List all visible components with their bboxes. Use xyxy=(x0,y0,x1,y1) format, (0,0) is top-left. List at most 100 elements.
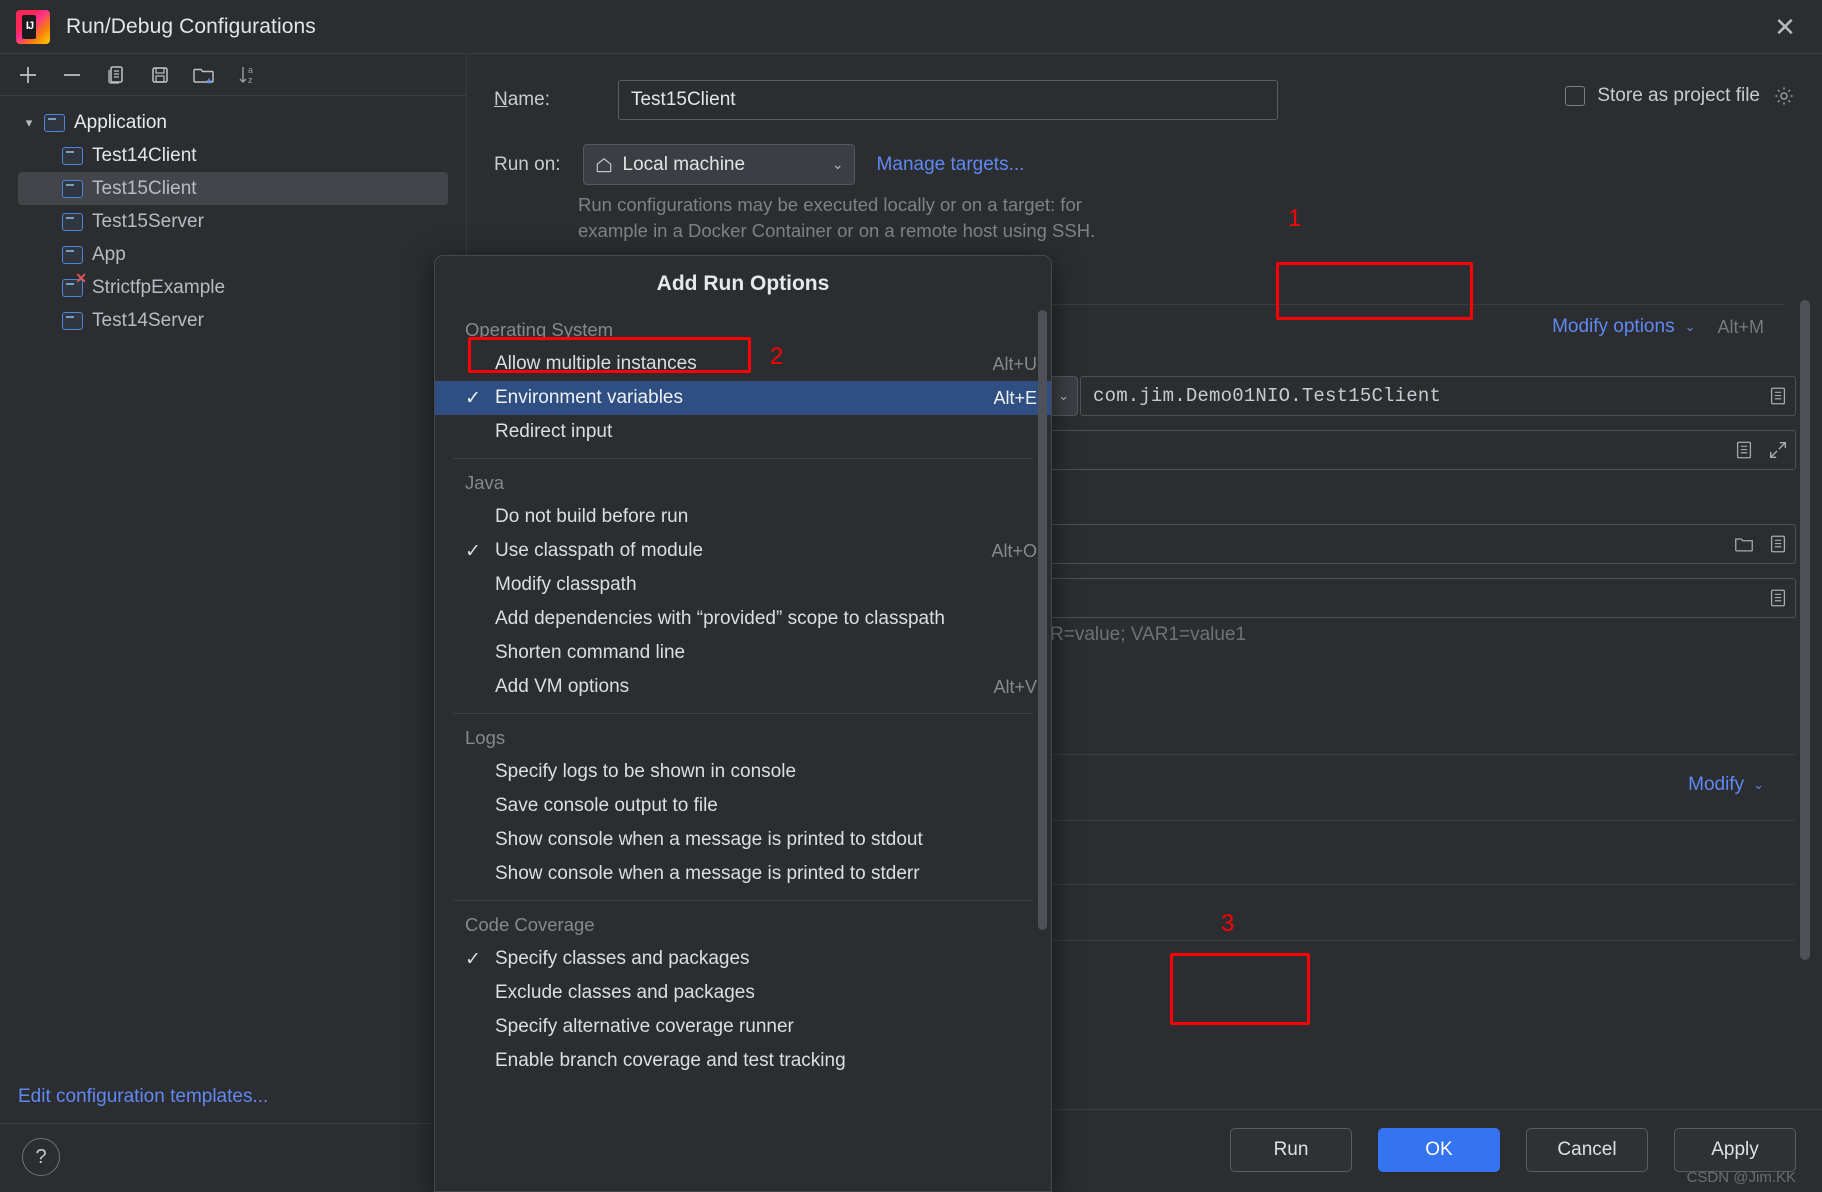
dialog-titlebar: IJ Run/Debug Configurations ✕ xyxy=(0,0,1822,54)
expand-editor-icon[interactable] xyxy=(1761,431,1795,469)
tree-item-label: StrictfpExample xyxy=(92,276,226,298)
chevron-down-icon[interactable]: ▾ xyxy=(18,112,40,134)
intellij-logo-icon: IJ xyxy=(16,9,50,44)
form-section-divider xyxy=(1008,940,1796,941)
popup-item-shortcut: Alt+O xyxy=(991,540,1037,561)
store-as-project-file-row[interactable]: Store as project file xyxy=(1565,84,1796,108)
popup-item-shorten-command-line[interactable]: Shorten command line xyxy=(435,636,1051,670)
run-on-label: Run on: xyxy=(494,153,561,175)
close-icon[interactable]: ✕ xyxy=(1768,10,1802,44)
popup-item-label: Save console output to file xyxy=(495,795,718,816)
modify-options-link[interactable]: Modify options xyxy=(1552,316,1675,338)
help-icon[interactable]: ? xyxy=(22,1138,60,1176)
popup-item-shortcut: Alt+U xyxy=(992,353,1037,374)
tree-item-application[interactable]: ▾ Application xyxy=(0,106,466,139)
run-on-select[interactable]: Local machine ⌄ xyxy=(582,144,855,185)
tree-item-strictfpexample[interactable]: StrictfpExample xyxy=(0,271,466,304)
tree-item-test15client[interactable]: Test15Client xyxy=(18,172,448,205)
configurations-toolbar: a z xyxy=(0,54,466,96)
popup-item-show-console-stderr[interactable]: Show console when a message is printed t… xyxy=(435,857,1051,891)
application-config-icon xyxy=(62,179,83,198)
chevron-down-icon: ⌄ xyxy=(1753,777,1764,792)
save-configuration-button[interactable] xyxy=(140,58,180,92)
popup-item-environment-variables[interactable]: ✓ Environment variables Alt+E xyxy=(435,381,1051,415)
main-class-field[interactable]: com.jim.Demo01NIO.Test15Client xyxy=(1080,376,1796,416)
edit-configuration-templates-link[interactable]: Edit configuration templates... xyxy=(18,1086,268,1108)
store-as-project-file-label: Store as project file xyxy=(1597,85,1760,106)
store-as-project-file-checkbox[interactable] xyxy=(1565,86,1586,106)
popup-item-specify-logs-shown-in-console[interactable]: Specify logs to be shown in console xyxy=(435,755,1051,789)
popup-item-enable-branch-coverage[interactable]: Enable branch coverage and test tracking xyxy=(435,1044,1051,1078)
application-config-icon xyxy=(62,311,83,330)
popup-item-label: Use classpath of module xyxy=(495,540,704,561)
module-select[interactable]: ⌄ xyxy=(1048,376,1078,416)
logo-text: IJ xyxy=(25,19,34,32)
macro-list-icon[interactable] xyxy=(1761,579,1795,617)
tree-item-app[interactable]: App xyxy=(0,238,466,271)
popup-item-label: Enable branch coverage and test tracking xyxy=(495,1050,846,1071)
sort-alpha-icon[interactable]: a z xyxy=(228,58,268,92)
popup-title: Add Run Options xyxy=(656,272,830,295)
form-section-divider xyxy=(1008,754,1796,755)
run-on-value: Local machine xyxy=(622,153,746,175)
working-directory-field[interactable] xyxy=(1008,524,1796,564)
application-config-icon xyxy=(62,245,83,264)
name-input[interactable] xyxy=(617,80,1278,120)
annotation-number-1: 1 xyxy=(1288,205,1302,232)
popup-item-redirect-input[interactable]: Redirect input xyxy=(435,415,1051,449)
manage-targets-link[interactable]: Manage targets... xyxy=(877,154,1025,176)
gear-icon[interactable] xyxy=(1772,84,1796,108)
popup-item-specify-classes-and-packages[interactable]: ✓ Specify classes and packages xyxy=(435,942,1051,976)
check-icon: ✓ xyxy=(465,540,481,562)
configurations-sidebar: a z ▾ Application Test14Client Test15Cli… xyxy=(0,54,467,1192)
popup-item-specify-alternative-coverage-runner[interactable]: Specify alternative coverage runner xyxy=(435,1010,1051,1044)
environment-variables-field[interactable] xyxy=(1008,578,1796,618)
svg-text:z: z xyxy=(248,75,253,85)
add-run-options-popup: Add Run Options Operating System Allow m… xyxy=(434,255,1052,1192)
apply-button[interactable]: Apply xyxy=(1674,1128,1796,1172)
popup-item-label: Show console when a message is printed t… xyxy=(495,829,923,850)
add-configuration-button[interactable] xyxy=(8,58,48,92)
popup-item-allow-multiple-instances[interactable]: Allow multiple instances Alt+U xyxy=(435,347,1051,381)
remove-configuration-button[interactable] xyxy=(52,58,92,92)
before-launch-modify-link[interactable]: Modify ⌄ xyxy=(1688,774,1764,796)
form-scrollbar[interactable] xyxy=(1800,300,1810,972)
tree-item-label: Application xyxy=(74,111,167,133)
macro-list-icon[interactable] xyxy=(1727,431,1761,469)
modify-options-shortcut: Alt+M xyxy=(1717,316,1764,337)
form-scrollbar-thumb[interactable] xyxy=(1800,300,1810,960)
modify-options-row[interactable]: Modify options ⌄ Alt+M xyxy=(1552,316,1764,338)
popup-item-do-not-build-before-run[interactable]: Do not build before run xyxy=(435,500,1051,534)
cancel-button[interactable]: Cancel xyxy=(1526,1128,1648,1172)
macro-list-icon[interactable] xyxy=(1761,525,1795,563)
dialog-button-bar: Run OK Cancel Apply xyxy=(1230,1128,1796,1172)
chevron-down-icon: ⌄ xyxy=(1684,319,1696,334)
run-button[interactable]: Run xyxy=(1230,1128,1352,1172)
tree-item-test14server[interactable]: Test14Server xyxy=(0,304,466,337)
tree-item-test14client[interactable]: Test14Client xyxy=(0,139,466,172)
popup-item-label: Modify classpath xyxy=(495,574,637,595)
popup-item-label: Specify alternative coverage runner xyxy=(495,1016,794,1037)
tree-item-test15server[interactable]: Test15Server xyxy=(0,205,466,238)
program-arguments-field[interactable] xyxy=(1008,430,1796,470)
popup-item-exclude-classes-and-packages[interactable]: Exclude classes and packages xyxy=(435,976,1051,1010)
home-icon xyxy=(594,155,614,175)
popup-item-label: Do not build before run xyxy=(495,506,689,527)
run-on-row: Run on: Local machine ⌄ Manage targets..… xyxy=(494,144,1024,185)
application-config-icon xyxy=(62,212,83,231)
before-launch-modify-label: Modify xyxy=(1688,774,1745,795)
ok-button[interactable]: OK xyxy=(1378,1128,1500,1172)
copy-configuration-button[interactable] xyxy=(96,58,136,92)
folder-icon[interactable] xyxy=(1727,525,1761,563)
popup-scrollbar-thumb[interactable] xyxy=(1038,310,1047,930)
popup-item-add-provided-scope-dependencies[interactable]: Add dependencies with “provided” scope t… xyxy=(435,602,1051,636)
new-folder-button[interactable] xyxy=(184,58,224,92)
popup-item-show-console-stdout[interactable]: Show console when a message is printed t… xyxy=(435,823,1051,857)
popup-item-add-vm-options[interactable]: Add VM options Alt+V xyxy=(435,670,1051,704)
annotation-number-2: 2 xyxy=(770,343,784,370)
popup-item-modify-classpath[interactable]: Modify classpath xyxy=(435,568,1051,602)
popup-item-use-classpath-of-module[interactable]: ✓ Use classpath of module Alt+O xyxy=(435,534,1051,568)
popup-item-save-console-output-to-file[interactable]: Save console output to file xyxy=(435,789,1051,823)
popup-item-label: Add dependencies with “provided” scope t… xyxy=(495,608,945,629)
expand-list-icon[interactable] xyxy=(1761,377,1795,415)
